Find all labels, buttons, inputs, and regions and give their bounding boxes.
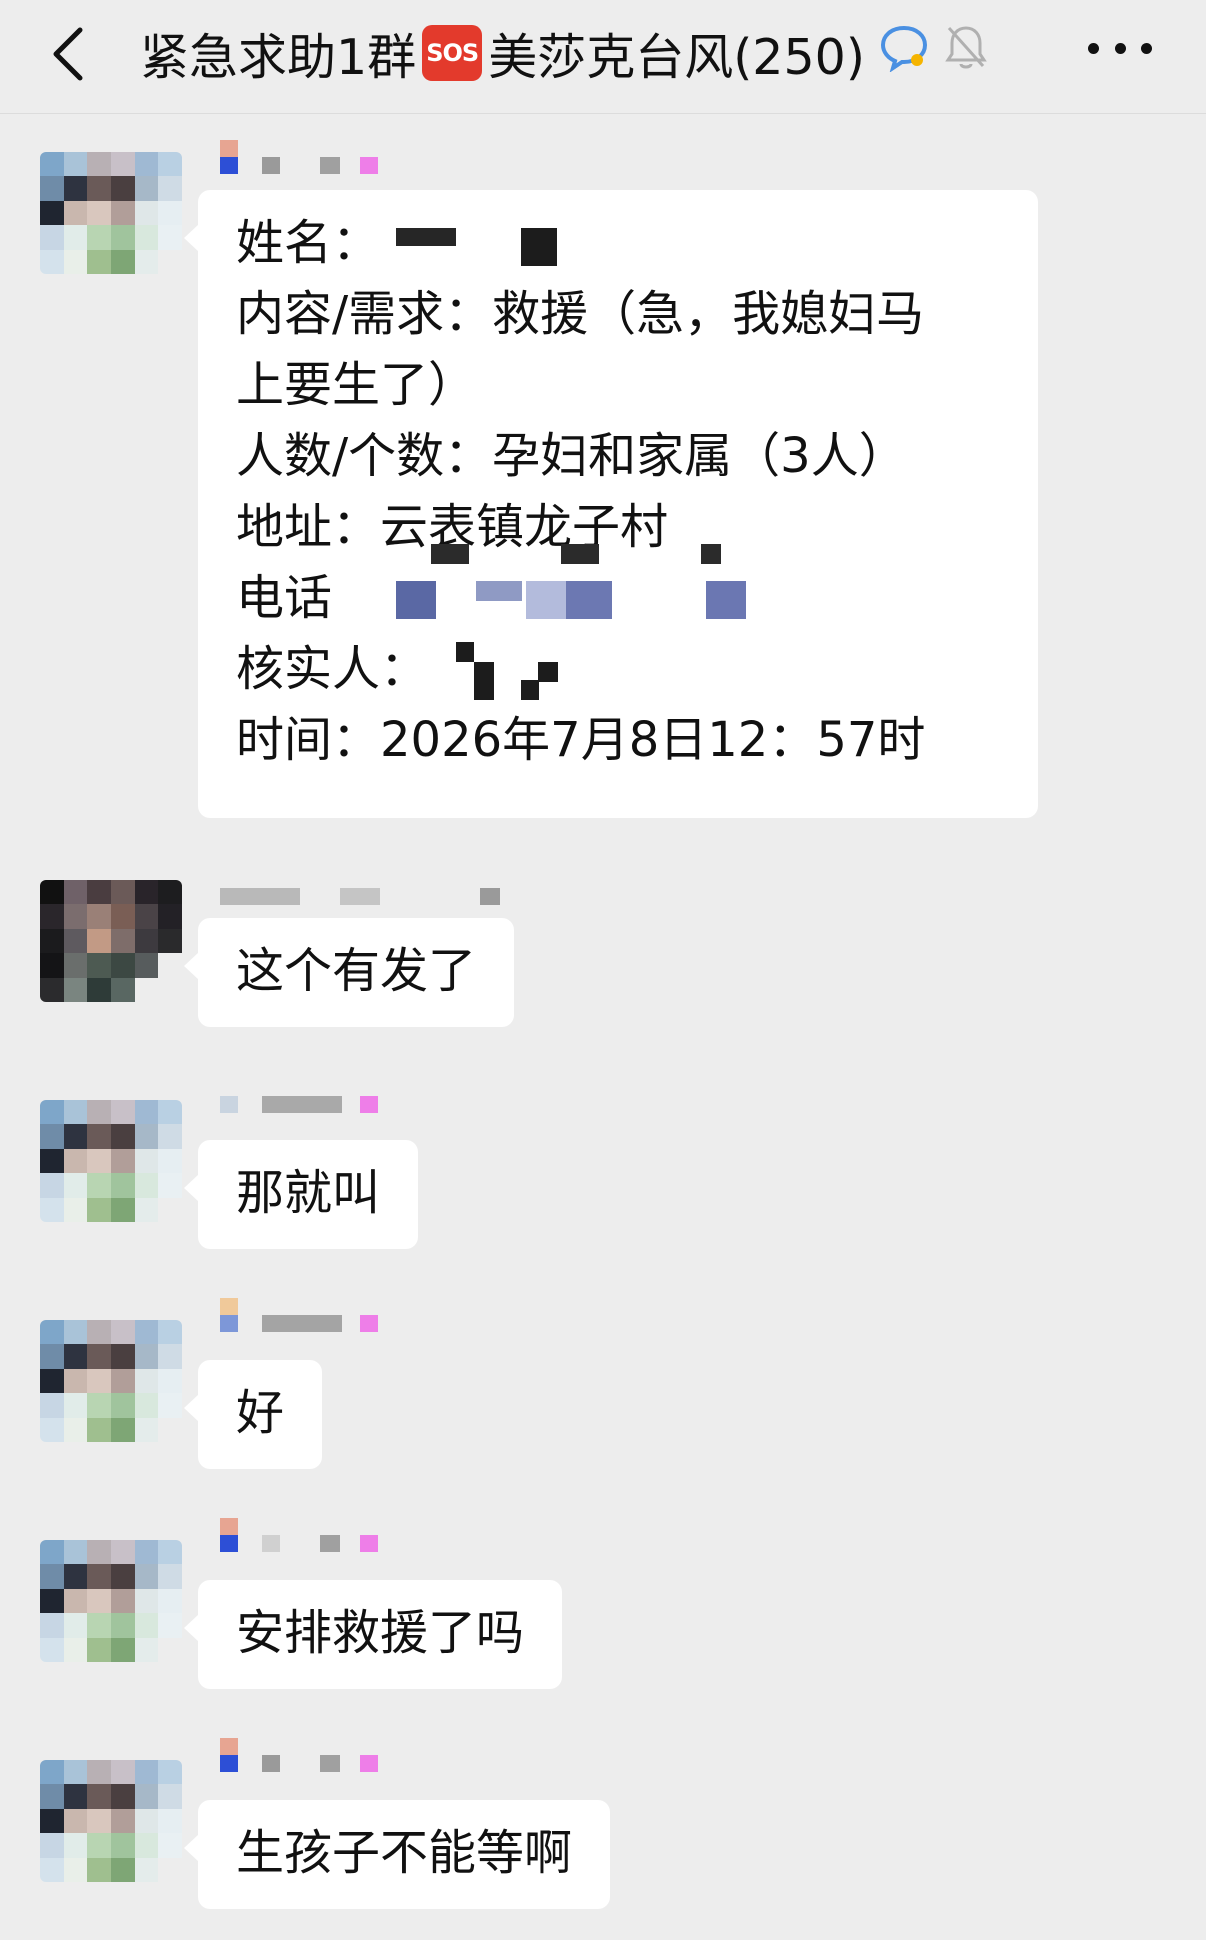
avatar[interactable] (40, 1760, 182, 1882)
group-name-suffix: 美莎克台风(250) (488, 28, 865, 86)
more-dot (1141, 42, 1152, 54)
message-bubble[interactable]: 那就叫 (183, 1140, 419, 1249)
chevron-left-icon (53, 27, 83, 81)
sender-nickname (220, 880, 520, 910)
redacted-phone (706, 581, 746, 619)
avatar[interactable] (40, 1540, 182, 1662)
more-dot (1088, 42, 1099, 54)
message-text: 好 (236, 1385, 285, 1441)
message-bubble[interactable]: 生孩子不能等啊 (183, 1800, 611, 1909)
redacted-phone (396, 581, 436, 619)
sender-nickname (220, 140, 420, 174)
message-text: 这个有发了 (236, 943, 477, 999)
redacted-address (561, 544, 599, 564)
message-text: 生孩子不能等啊 (236, 1825, 573, 1881)
form-field-time: 时间：2026年7月8日12：57时 (236, 712, 926, 768)
redacted-phone (566, 581, 612, 619)
message-line: 核实人： (236, 634, 1000, 705)
redacted-name (521, 228, 557, 266)
redacted-verifier (521, 680, 539, 700)
form-field-need: 内容/需求：救援（急，我媳妇马 (236, 286, 925, 342)
avatar[interactable] (40, 880, 182, 1002)
form-field-need-cont: 上要生了） (236, 357, 477, 413)
chat-bubble-icon (879, 22, 929, 84)
avatar[interactable] (40, 1320, 182, 1442)
message-bubble[interactable]: 姓名： 内容/需求：救援（急，我媳妇马 上要生了） 人数/个数：孕妇和家属（3人… (184, 190, 1038, 818)
message-bubble[interactable]: 这个有发了 (183, 918, 515, 1027)
back-button[interactable] (48, 22, 88, 86)
redacted-verifier (538, 662, 558, 682)
form-field-phone: 电话 (236, 570, 333, 626)
form-field-verifier: 核实人： (236, 641, 429, 697)
message-line: 地址：云表镇龙子村 (236, 492, 1000, 564)
sender-nickname (220, 1298, 420, 1332)
sos-emoji-icon: SOS (422, 25, 483, 81)
avatar[interactable] (40, 152, 182, 274)
sender-nickname (220, 1078, 420, 1113)
message-text: 那就叫 (236, 1165, 381, 1221)
sender-nickname (220, 1738, 420, 1772)
bell-muted-icon (943, 22, 989, 84)
message-text: 安排救援了吗 (236, 1605, 525, 1661)
form-field-name: 姓名： (236, 215, 381, 271)
redacted-verifier (456, 642, 474, 662)
sender-nickname (220, 1518, 420, 1552)
message-line: 电话 (236, 563, 1000, 634)
redacted-address (701, 544, 721, 564)
form-field-count: 人数/个数：孕妇和家属（3人） (236, 428, 907, 484)
chat-header: 紧急求助1群 SOS 美莎克台风(250) (0, 0, 1206, 114)
message-line: 姓名： (236, 208, 1000, 279)
redacted-address (431, 544, 469, 564)
redacted-verifier (474, 662, 494, 700)
message-bubble[interactable]: 好 (183, 1360, 323, 1469)
redacted-phone (476, 581, 522, 601)
group-name: 紧急求助1群 (140, 28, 417, 86)
redacted-phone (526, 581, 566, 619)
redacted-name (396, 228, 456, 246)
more-dot (1114, 42, 1126, 54)
message-bubble[interactable]: 安排救援了吗 (183, 1580, 563, 1689)
more-button[interactable] (1088, 28, 1152, 68)
avatar[interactable] (40, 1100, 182, 1222)
chat-title: 紧急求助1群 SOS 美莎克台风(250) (140, 18, 989, 88)
